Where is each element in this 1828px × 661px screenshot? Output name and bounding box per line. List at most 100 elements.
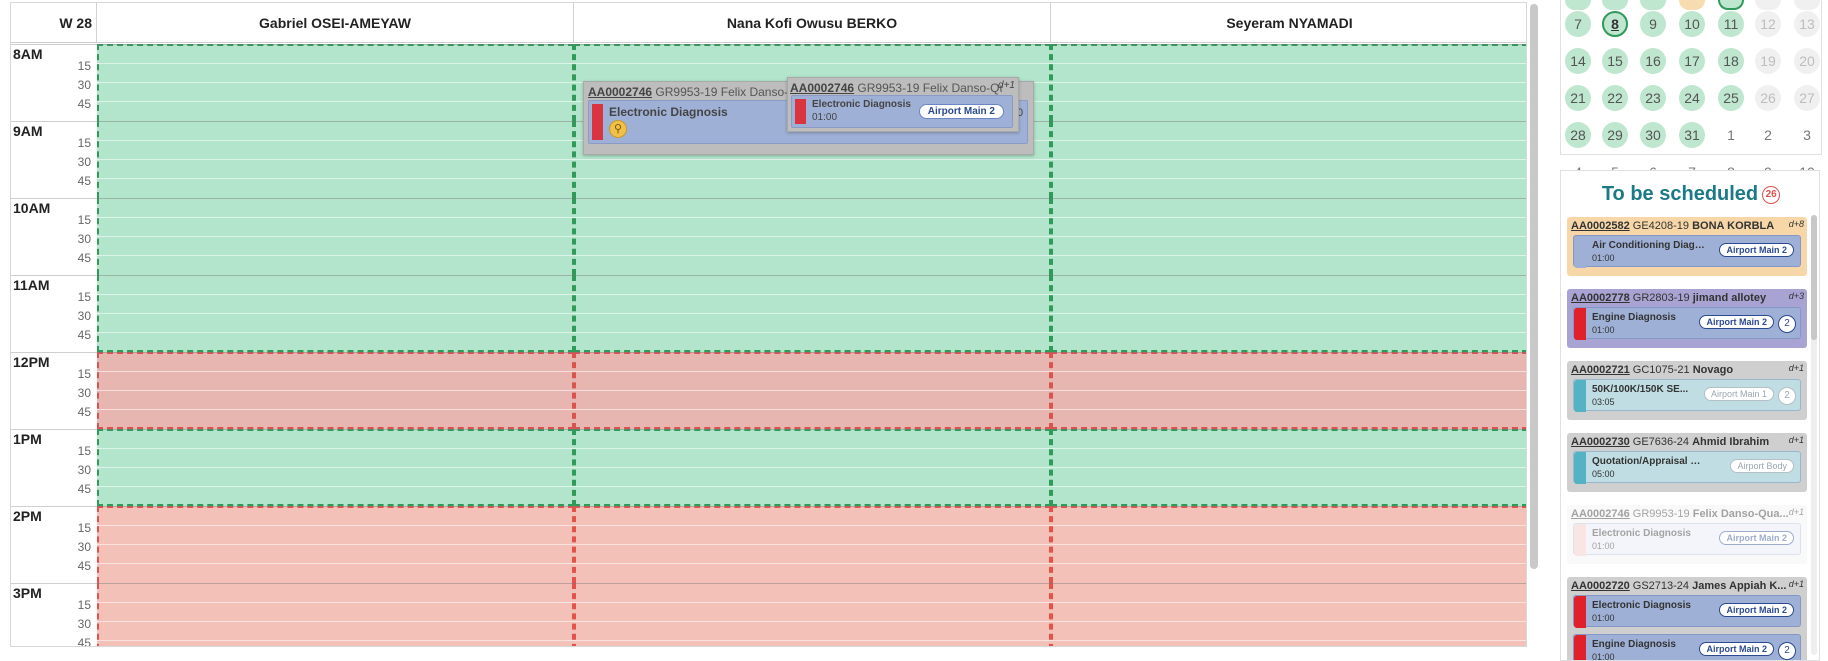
mini-calendar-day[interactable]: 9 — [1640, 11, 1666, 37]
to-be-scheduled-panel: To be scheduled 26 AA0002582 GE4208-19 BO… — [1560, 170, 1820, 661]
hour-row: 9AM 15 30 45 — [11, 121, 97, 198]
location-badge: Airport Main 2 — [1719, 243, 1794, 257]
job-task[interactable]: 50K/100K/150K SE... 03:05 Airport Main 1 2 — [1573, 379, 1801, 412]
task-status-bar — [1574, 452, 1586, 484]
previous-week-day[interactable] — [1565, 0, 1591, 10]
hour-row: 10AM 15 30 45 — [11, 198, 97, 275]
schedule-slot[interactable] — [97, 583, 574, 646]
mini-calendar-day[interactable]: 23 — [1640, 85, 1666, 111]
previous-week-day[interactable] — [1755, 0, 1781, 10]
previous-week-day[interactable] — [1794, 0, 1820, 10]
mini-calendar-day[interactable]: 22 — [1602, 85, 1628, 111]
mini-calendar-day[interactable]: 14 — [1565, 48, 1591, 74]
mini-calendar-day[interactable]: 15 — [1602, 48, 1628, 74]
quarter-label: 45 — [77, 251, 91, 265]
mini-calendar-day[interactable]: 13 — [1794, 11, 1820, 37]
mini-calendar-day[interactable]: 20 — [1794, 48, 1820, 74]
calendar-scrollbar-thumb[interactable] — [1530, 4, 1538, 569]
job-reference-link[interactable]: AA0002746 — [790, 81, 854, 95]
quarter-gridline — [97, 294, 1526, 295]
mini-calendar-day[interactable]: 7 — [1565, 11, 1591, 37]
quarter-label: 15 — [77, 521, 91, 535]
panel-scrollbar[interactable] — [1811, 215, 1817, 655]
task-count-badge: 2 — [1778, 642, 1796, 660]
job-task[interactable]: Electronic Diagnosis 01:00 Airport Main 2 — [791, 95, 1013, 128]
mini-calendar-day[interactable]: 21 — [1565, 85, 1591, 111]
quarter-label: 30 — [77, 386, 91, 400]
technician-column-header[interactable]: Gabriel OSEI-AMEYAW — [97, 3, 574, 43]
technician-column-header[interactable]: Nana Kofi Owusu BERKO — [574, 3, 1051, 43]
unscheduled-job-card[interactable]: AA0002720 GS2713-24 James Appiah K... d+1… — [1567, 577, 1807, 660]
technician-column-header[interactable]: Seyeram NYAMADI — [1051, 3, 1526, 43]
unscheduled-job-card[interactable]: AA0002746 GR9953-19 Felix Danso-Qua... d+… — [1567, 505, 1807, 564]
unscheduled-job-card[interactable]: AA0002721 GC1075-21 Novago d+1 50K/100K/15… — [1567, 361, 1807, 420]
mini-calendar-day[interactable]: 30 — [1640, 122, 1666, 148]
panel-title-text: To be scheduled — [1601, 183, 1759, 205]
mini-calendar-day[interactable]: 2 — [1755, 122, 1781, 148]
scheduled-job-card[interactable]: AA0002746 GR9953-19 Felix Danso-Qua...d+… — [787, 77, 1019, 132]
mini-calendar-day[interactable]: 26 — [1755, 85, 1781, 111]
previous-week-day[interactable] — [1679, 0, 1705, 10]
mini-calendar-day[interactable]: 24 — [1679, 85, 1705, 111]
unscheduled-count-badge: 26 — [1762, 186, 1781, 204]
hour-label: 10AM — [13, 200, 51, 216]
previous-week-day[interactable] — [1718, 0, 1744, 10]
job-card-header: AA0002582 GE4208-19 BONA KORBLA — [1571, 220, 1793, 232]
calendar-header: W 28 Gabriel OSEI-AMEYAW Nana Kofi Owusu… — [11, 3, 1526, 43]
mini-calendar-day[interactable]: 11 — [1718, 11, 1744, 37]
quarter-label: 30 — [77, 309, 91, 323]
job-reference-link[interactable]: AA0002721 — [1571, 364, 1630, 376]
unscheduled-job-card[interactable]: AA0002778 GR2803-19 jimand allotey d+3 Eng… — [1567, 289, 1807, 348]
mini-calendar-day[interactable]: 25 — [1718, 85, 1744, 111]
time-axis: 8AM 15 30 45 9AM 15 30 45 10AM 15 30 45 11AM 15 30 45 12… — [11, 44, 97, 646]
job-task[interactable]: Electronic Diagnosis 01:00 Airport Main 2 — [1573, 595, 1801, 628]
mini-calendar-day[interactable]: 29 — [1602, 122, 1628, 148]
schedule-slot[interactable] — [574, 583, 1051, 646]
mini-calendar-day[interactable]: 27 — [1794, 85, 1820, 111]
mini-calendar-day[interactable]: 1 — [1718, 122, 1744, 148]
job-reference-link[interactable]: AA0002730 — [1571, 436, 1630, 448]
task-status-bar — [1574, 236, 1586, 268]
quarter-label: 15 — [77, 290, 91, 304]
previous-week-day[interactable] — [1602, 0, 1628, 10]
key-icon: ⚲ — [609, 120, 627, 138]
job-reference-link[interactable]: AA0002720 — [1571, 580, 1630, 592]
mini-calendar-day[interactable]: 17 — [1679, 48, 1705, 74]
quarter-gridline — [97, 63, 1526, 64]
job-task[interactable]: Engine Diagnosis 01:00 Airport Main 2 2 — [1573, 634, 1801, 660]
day-offset: d+1 — [1788, 579, 1804, 589]
mini-calendar-today[interactable]: 8 — [1602, 11, 1628, 37]
job-reference-link[interactable]: AA0002778 — [1571, 292, 1630, 304]
calendar-scrollbar[interactable] — [1530, 4, 1538, 569]
mini-calendar-day[interactable]: 12 — [1755, 11, 1781, 37]
job-task[interactable]: Quotation/Appraisal Prep... 05:00 Airport … — [1573, 451, 1801, 484]
quarter-gridline — [97, 486, 1526, 487]
mini-calendar-day[interactable]: 19 — [1755, 48, 1781, 74]
unscheduled-job-card[interactable]: AA0002582 GE4208-19 BONA KORBLA d+8 Air Co… — [1567, 217, 1807, 276]
mini-calendar-day[interactable]: 10 — [1679, 11, 1705, 37]
job-task[interactable]: Engine Diagnosis 01:00 Airport Main 2 2 — [1573, 307, 1801, 340]
job-card-header: AA0002721 GC1075-21 Novago — [1571, 364, 1793, 376]
job-reference-link[interactable]: AA0002582 — [1571, 220, 1630, 232]
previous-week-day[interactable] — [1640, 0, 1666, 10]
task-title: Engine Diagnosis — [1592, 312, 1676, 323]
job-card-header: AA0002746 GR9953-19 Felix Danso-Qua... — [790, 81, 1002, 95]
mini-calendar-day[interactable]: 28 — [1565, 122, 1591, 148]
quarter-label: 15 — [77, 59, 91, 73]
quarter-gridline — [97, 621, 1526, 622]
panel-scrollbar-thumb[interactable] — [1811, 215, 1817, 340]
job-task[interactable]: Air Conditioning Diagn... 01:00 Airport Ma… — [1573, 235, 1801, 268]
job-reference-link[interactable]: AA0002746 — [588, 85, 652, 99]
schedule-slot[interactable] — [1051, 583, 1526, 646]
schedule-grid[interactable]: AA0002746 GR9953-19 Felix Danso-QuaElect… — [97, 44, 1526, 646]
mini-calendar-day[interactable]: 3 — [1794, 122, 1820, 148]
mini-calendar-day[interactable]: 16 — [1640, 48, 1666, 74]
mini-calendar-day[interactable]: 18 — [1718, 48, 1744, 74]
availability-band[interactable] — [97, 583, 1526, 646]
job-reference-link[interactable]: AA0002746 — [1571, 508, 1630, 520]
day-offset: d+3 — [1788, 291, 1804, 301]
mini-calendar-day[interactable]: 31 — [1679, 122, 1705, 148]
unscheduled-job-card[interactable]: AA0002730 GE7636-24 Ahmid Ibrahim d+1 Quot… — [1567, 433, 1807, 492]
day-offset: d+1 — [1788, 507, 1804, 517]
job-task[interactable]: Electronic Diagnosis 01:00 Airport Main 2 — [1573, 523, 1801, 556]
